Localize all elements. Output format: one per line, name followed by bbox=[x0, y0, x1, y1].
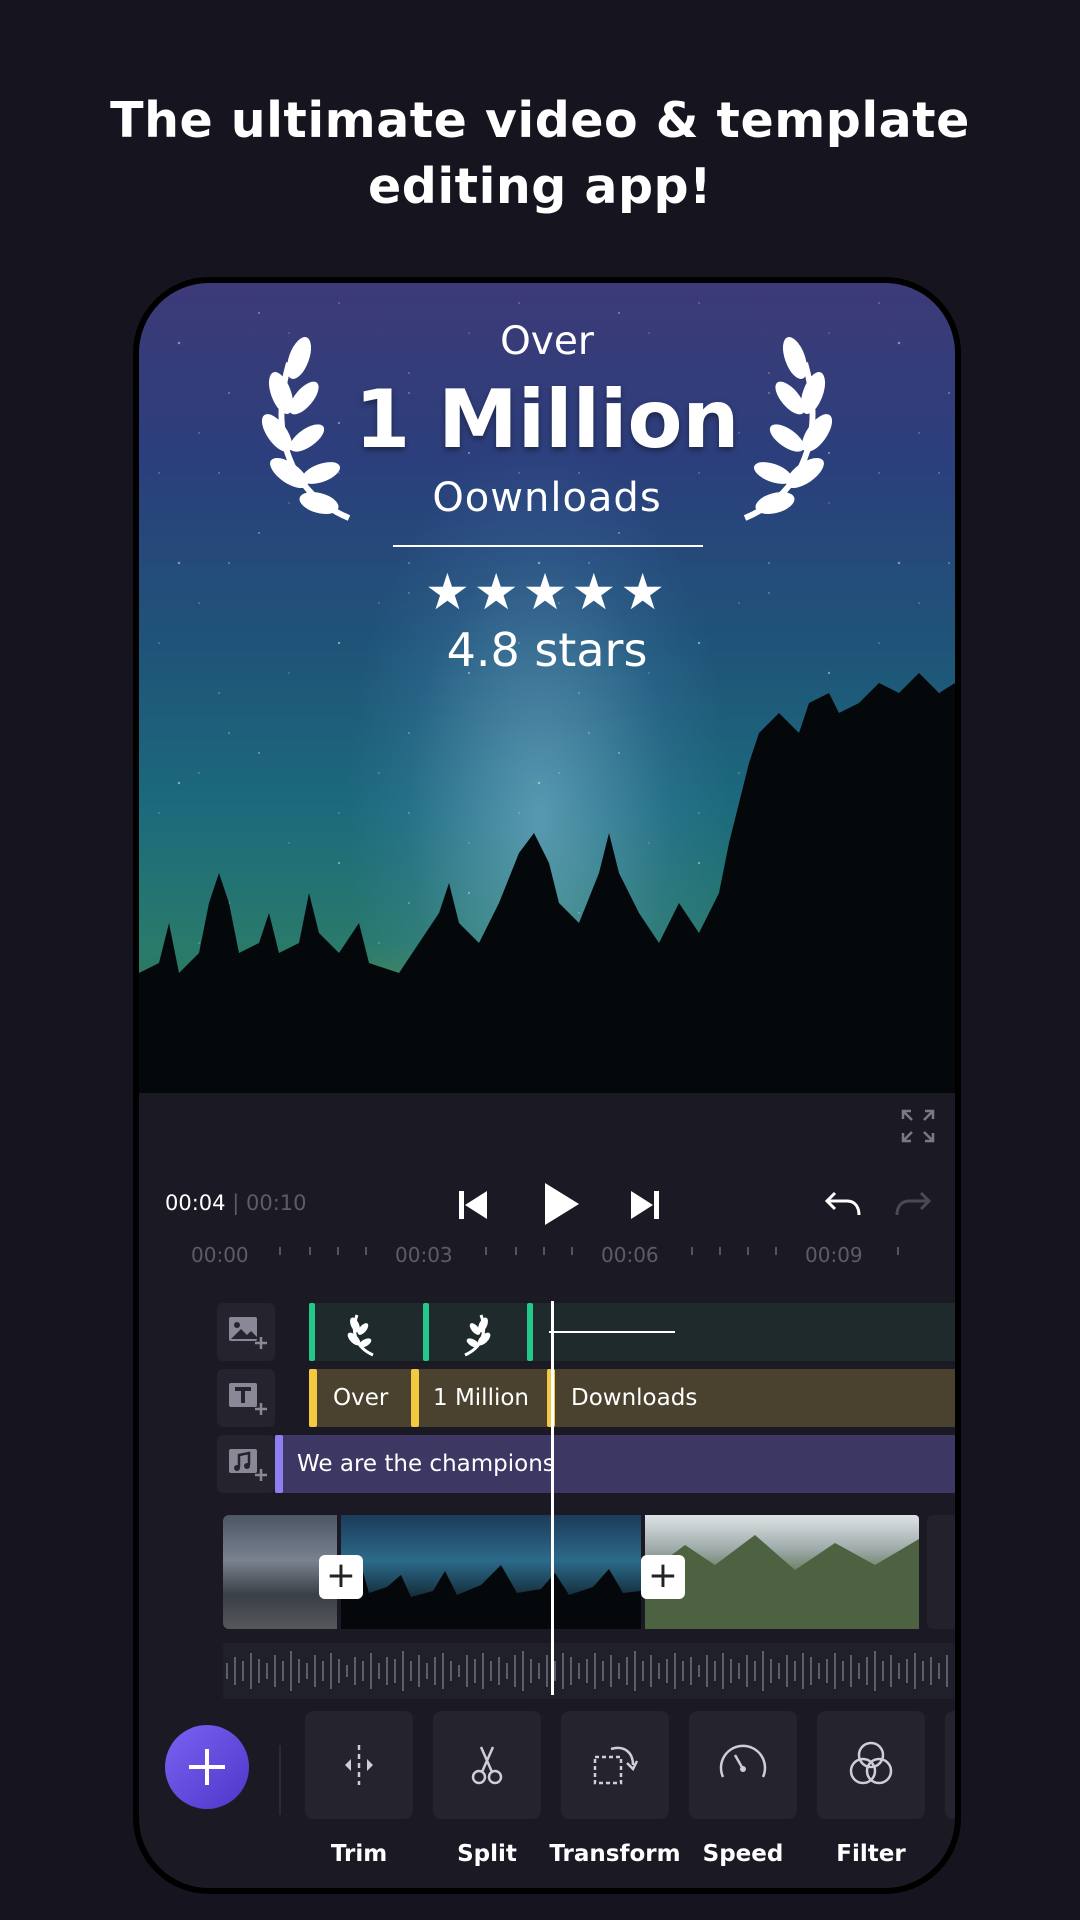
image-track[interactable] bbox=[309, 1303, 955, 1361]
trim-label: Trim bbox=[330, 1841, 388, 1867]
edit-toolbar: Trim Split Transform Speed Filter bbox=[139, 1693, 955, 1888]
add-music-track-button[interactable] bbox=[217, 1435, 275, 1493]
skip-next-icon[interactable] bbox=[623, 1183, 667, 1227]
scissors-icon bbox=[471, 1746, 503, 1785]
text-clip-handle[interactable] bbox=[411, 1369, 419, 1427]
filter-label: Filter bbox=[836, 1841, 906, 1867]
timeline-ruler: 00:00 00:03 00:06 00:09 bbox=[139, 1243, 955, 1283]
award-over: Over bbox=[500, 319, 594, 364]
text-clip-handle[interactable] bbox=[309, 1369, 317, 1427]
video-clip-night-sky[interactable] bbox=[341, 1515, 641, 1629]
ruler-label: 00:03 bbox=[395, 1243, 453, 1267]
split-label: Split bbox=[457, 1841, 517, 1867]
ruler-tick bbox=[515, 1247, 517, 1255]
text-clip-million[interactable]: 1 Million bbox=[433, 1369, 529, 1427]
ruler-label: 00:00 bbox=[191, 1243, 249, 1267]
text-clip-over[interactable]: Over bbox=[333, 1369, 388, 1427]
speed-label: Speed bbox=[702, 1841, 784, 1867]
ruler-tick bbox=[365, 1247, 367, 1255]
image-add-icon bbox=[229, 1317, 267, 1349]
speedometer-icon bbox=[719, 1744, 767, 1778]
image-clip-handle[interactable] bbox=[309, 1303, 315, 1361]
skip-previous-icon[interactable] bbox=[451, 1183, 495, 1227]
ruler-tick bbox=[747, 1247, 749, 1255]
headline-line-1: The ultimate video & template bbox=[110, 92, 970, 149]
video-clip-mountains[interactable] bbox=[645, 1515, 919, 1629]
video-clip-next[interactable] bbox=[927, 1515, 955, 1629]
video-thumb-mountains bbox=[645, 1535, 919, 1629]
speed-button[interactable] bbox=[689, 1711, 797, 1819]
ruler-tick bbox=[691, 1247, 693, 1255]
music-track[interactable]: We are the champions bbox=[275, 1435, 955, 1493]
headline: The ultimate video & template editing ap… bbox=[0, 88, 1080, 220]
filter-icon bbox=[849, 1741, 893, 1785]
split-button[interactable] bbox=[433, 1711, 541, 1819]
ruler-tick bbox=[543, 1247, 545, 1255]
transform-icon bbox=[593, 1746, 639, 1785]
text-add-icon bbox=[229, 1383, 267, 1415]
rating-stars: ★★★★★ bbox=[424, 563, 670, 621]
music-clip-handle[interactable] bbox=[275, 1435, 283, 1493]
audio-waveform bbox=[223, 1643, 955, 1699]
ruler-tick bbox=[279, 1247, 281, 1255]
ruler-tick bbox=[719, 1247, 721, 1255]
headline-line-2: editing app! bbox=[368, 158, 712, 215]
ruler-tick bbox=[775, 1247, 777, 1255]
add-image-track-button[interactable] bbox=[217, 1303, 275, 1361]
image-clip-handle[interactable] bbox=[423, 1303, 429, 1361]
current-time: 00:04 bbox=[165, 1191, 226, 1215]
filter-button[interactable] bbox=[817, 1711, 925, 1819]
ruler-tick bbox=[485, 1247, 487, 1255]
plus-icon bbox=[189, 1749, 225, 1785]
ruler-label: 00:06 bbox=[601, 1243, 659, 1267]
more-tools-peek[interactable] bbox=[945, 1711, 955, 1819]
divider-line-clip bbox=[549, 1331, 675, 1333]
phone-frame: Over 1 Million Oownloads ★★★★★ 4.8 stars… bbox=[133, 277, 961, 1894]
trim-icon bbox=[345, 1745, 373, 1785]
transform-button[interactable] bbox=[561, 1711, 669, 1819]
playhead[interactable] bbox=[551, 1301, 554, 1695]
add-transition-button[interactable]: + bbox=[319, 1555, 363, 1599]
ruler-tick bbox=[571, 1247, 573, 1255]
video-track[interactable]: + + bbox=[223, 1515, 955, 1629]
add-text-track-button[interactable] bbox=[217, 1369, 275, 1427]
trim-button[interactable] bbox=[305, 1711, 413, 1819]
ruler-label: 00:09 bbox=[805, 1243, 863, 1267]
ruler-tick bbox=[337, 1247, 339, 1255]
redo-icon[interactable] bbox=[891, 1183, 935, 1227]
video-thumb-trees bbox=[341, 1565, 641, 1629]
time-separator: | bbox=[225, 1191, 246, 1215]
tree-silhouette bbox=[139, 673, 955, 1093]
total-time: 00:10 bbox=[245, 1191, 307, 1215]
award-million: 1 Million bbox=[354, 373, 740, 466]
text-clip-downloads[interactable]: Downloads bbox=[571, 1369, 697, 1427]
music-add-icon bbox=[229, 1449, 267, 1481]
play-icon[interactable] bbox=[533, 1177, 587, 1231]
time-display: 00:04 | 00:10 bbox=[165, 1191, 307, 1215]
laurel-clip-icon bbox=[464, 1314, 491, 1357]
music-title[interactable]: We are the champions bbox=[297, 1435, 555, 1493]
undo-icon[interactable] bbox=[821, 1183, 865, 1227]
ruler-tick bbox=[309, 1247, 311, 1255]
add-media-button[interactable] bbox=[165, 1725, 249, 1809]
toolbar-divider bbox=[279, 1745, 281, 1815]
award-divider bbox=[393, 545, 703, 547]
text-track[interactable]: Over 1 Million Downloads bbox=[309, 1369, 955, 1427]
ruler-tick bbox=[897, 1247, 899, 1255]
image-clip-handle[interactable] bbox=[527, 1303, 533, 1361]
award-downloads: Oownloads bbox=[432, 475, 662, 521]
rating-text: 4.8 stars bbox=[446, 623, 648, 677]
video-preview[interactable]: Over 1 Million Oownloads ★★★★★ 4.8 stars bbox=[139, 283, 955, 1093]
transform-label: Transform bbox=[549, 1841, 681, 1867]
laurel-clip-icon bbox=[347, 1314, 374, 1357]
fullscreen-icon[interactable] bbox=[901, 1109, 935, 1143]
add-transition-button[interactable]: + bbox=[641, 1555, 685, 1599]
